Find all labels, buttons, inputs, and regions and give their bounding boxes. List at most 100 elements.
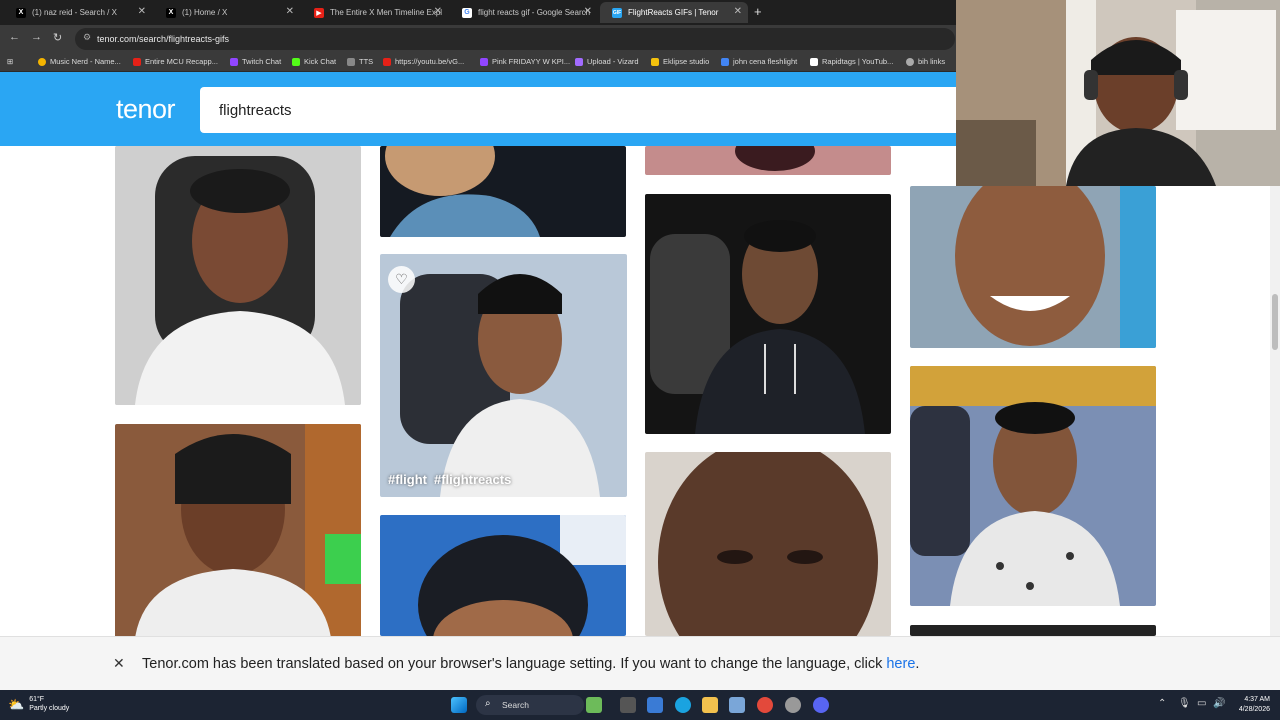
chevron-up-icon[interactable]: ⌃ [1158,698,1166,709]
browser-tab-5[interactable]: GIF FlightReacts GIFs | Tenor ✕ [600,2,748,23]
gif-results-grid: ♡ #flight #flightreacts [0,146,1270,636]
volume-icon[interactable]: 🔊 [1213,698,1225,709]
partly-cloudy-icon: ⛅ [8,696,25,712]
browser-tab-3[interactable]: ▶ The Entire X Men Timeline Expl ✕ [302,2,448,23]
bookmark-item[interactable]: Upload - Vizard [575,57,639,66]
favorite-heart-icon[interactable]: ♡ [388,266,415,293]
eklipse-icon [651,57,659,66]
weather-desc: Partly cloudy [29,705,70,712]
bookmark-item[interactable]: Eklipse studio [651,57,709,66]
task-view-icon[interactable] [620,697,636,713]
browser-tab-1[interactable]: X (1) naz reid - Search / X ✕ [4,2,152,23]
tab-title: (1) Home / X [182,8,228,17]
bookmark-item[interactable]: bih links [906,57,945,66]
scrollbar-thumb[interactable] [1272,294,1278,350]
reload-icon[interactable]: ↻ [53,31,62,44]
bookmark-label: Pink FRIDAYY W KPI... [492,57,571,66]
back-arrow-icon[interactable]: ← [9,31,20,43]
gif-thumbnail [645,146,891,175]
tab-title: The Entire X Men Timeline Expl [330,8,443,17]
taskbar-search-label: Search [502,700,529,710]
translation-text: Tenor.com has been translated based on y… [142,656,887,672]
bookmark-favicon-icon [347,57,355,66]
bookmark-item[interactable]: Pink FRIDAYY W KPI... [480,57,570,66]
youtube-icon [133,57,141,66]
app-icon[interactable] [785,697,801,713]
translation-message: Tenor.com has been translated based on y… [142,656,919,672]
store-icon[interactable] [729,697,745,713]
discord-icon[interactable] [813,697,829,713]
gif-thumbnail [115,424,361,636]
browser-tab-4[interactable]: G flight reacts gif - Google Search ✕ [450,2,598,23]
close-icon[interactable]: ✕ [734,6,742,17]
page-scrollbar[interactable] [1270,146,1280,636]
bookmark-label: Entire MCU Recapp... [145,57,218,66]
clock-time: 4:37 AM [1244,696,1270,703]
close-icon[interactable]: ✕ [138,6,146,17]
close-icon[interactable]: ✕ [584,6,592,17]
gif-result[interactable] [645,194,891,434]
change-language-link[interactable]: here [886,656,915,672]
tab-title: (1) naz reid - Search / X [32,8,117,17]
taskbar-search[interactable]: ⌕ Search [476,695,584,715]
gif-result[interactable] [645,452,891,636]
bookmark-item[interactable]: Kick Chat [292,57,336,66]
start-icon[interactable] [451,697,467,713]
gif-result[interactable] [645,146,891,175]
widgets-icon[interactable] [586,697,602,713]
copilot-icon[interactable] [647,697,663,713]
apps-grid-icon[interactable]: ⊞ [7,57,13,66]
weather-temp: 61°F [29,696,45,703]
clock-date: 4/28/2026 [1238,706,1270,713]
microphone-icon[interactable]: 🎙 [1178,698,1191,709]
gif-thumbnail [910,186,1156,348]
close-icon[interactable]: ✕ [113,655,125,672]
gif-tag[interactable]: #flightreacts [434,472,511,487]
browser-tab-2[interactable]: X (1) Home / X ✕ [154,2,300,23]
close-icon[interactable]: ✕ [434,6,442,17]
youtube-icon: ▶ [314,7,324,18]
translation-suffix: . [915,656,920,672]
new-tab-icon[interactable]: + [754,4,762,19]
bookmark-label: Eklipse studio [663,57,710,66]
gif-thumbnail [380,254,627,497]
network-icon[interactable]: ▭ [1197,698,1206,709]
bookmark-item[interactable]: Twitch Chat [230,57,281,66]
system-clock[interactable]: 4:37 AM 4/28/2026 [1230,695,1270,715]
gif-result[interactable] [910,366,1156,606]
gif-result[interactable] [910,186,1156,348]
bookmark-item[interactable]: Music Nerd - Name... [38,57,121,66]
gif-result[interactable] [910,625,1156,636]
google-icon: G [462,7,472,18]
tab-title: flight reacts gif - Google Search [478,8,591,17]
gif-result[interactable]: ♡ #flight #flightreacts [380,254,627,497]
address-bar[interactable]: ⚙ tenor.com/search/flightreacts-gifs [75,28,955,50]
search-input[interactable]: flightreacts [200,87,960,133]
bookmark-item[interactable]: Entire MCU Recapp... [133,57,218,66]
bookmark-label: Upload - Vizard [587,57,639,66]
twitch-icon [230,57,238,66]
bookmark-item[interactable]: john cena fleshlight [721,57,797,66]
bookmark-label: Music Nerd - Name... [50,57,121,66]
gif-result[interactable] [380,146,626,237]
file-explorer-icon[interactable] [702,697,718,713]
bookmark-item[interactable]: https://youtu.be/vG... [383,57,464,66]
tenor-logo[interactable]: tenor [116,94,176,125]
close-icon[interactable]: ✕ [286,6,294,17]
bookmark-item[interactable]: Rapidtags | YouTub... [810,57,893,66]
bookmark-label: Kick Chat [304,57,337,66]
gif-result[interactable] [380,515,626,636]
gif-result[interactable] [115,424,361,636]
forward-arrow-icon[interactable]: → [31,31,42,43]
bookmark-label: TTS [359,57,374,66]
site-info-icon[interactable]: ⚙ [83,32,91,43]
tenor-icon: GIF [612,7,622,18]
bookmark-item[interactable]: TTS [347,57,373,66]
twitch-icon [480,57,488,66]
weather-widget[interactable]: ⛅ 61°F Partly cloudy [8,695,69,713]
chrome-icon[interactable] [757,697,773,713]
kick-icon [292,57,300,66]
gif-tag[interactable]: #flight [388,472,427,487]
edge-icon[interactable] [675,697,691,713]
gif-result[interactable] [115,146,361,405]
